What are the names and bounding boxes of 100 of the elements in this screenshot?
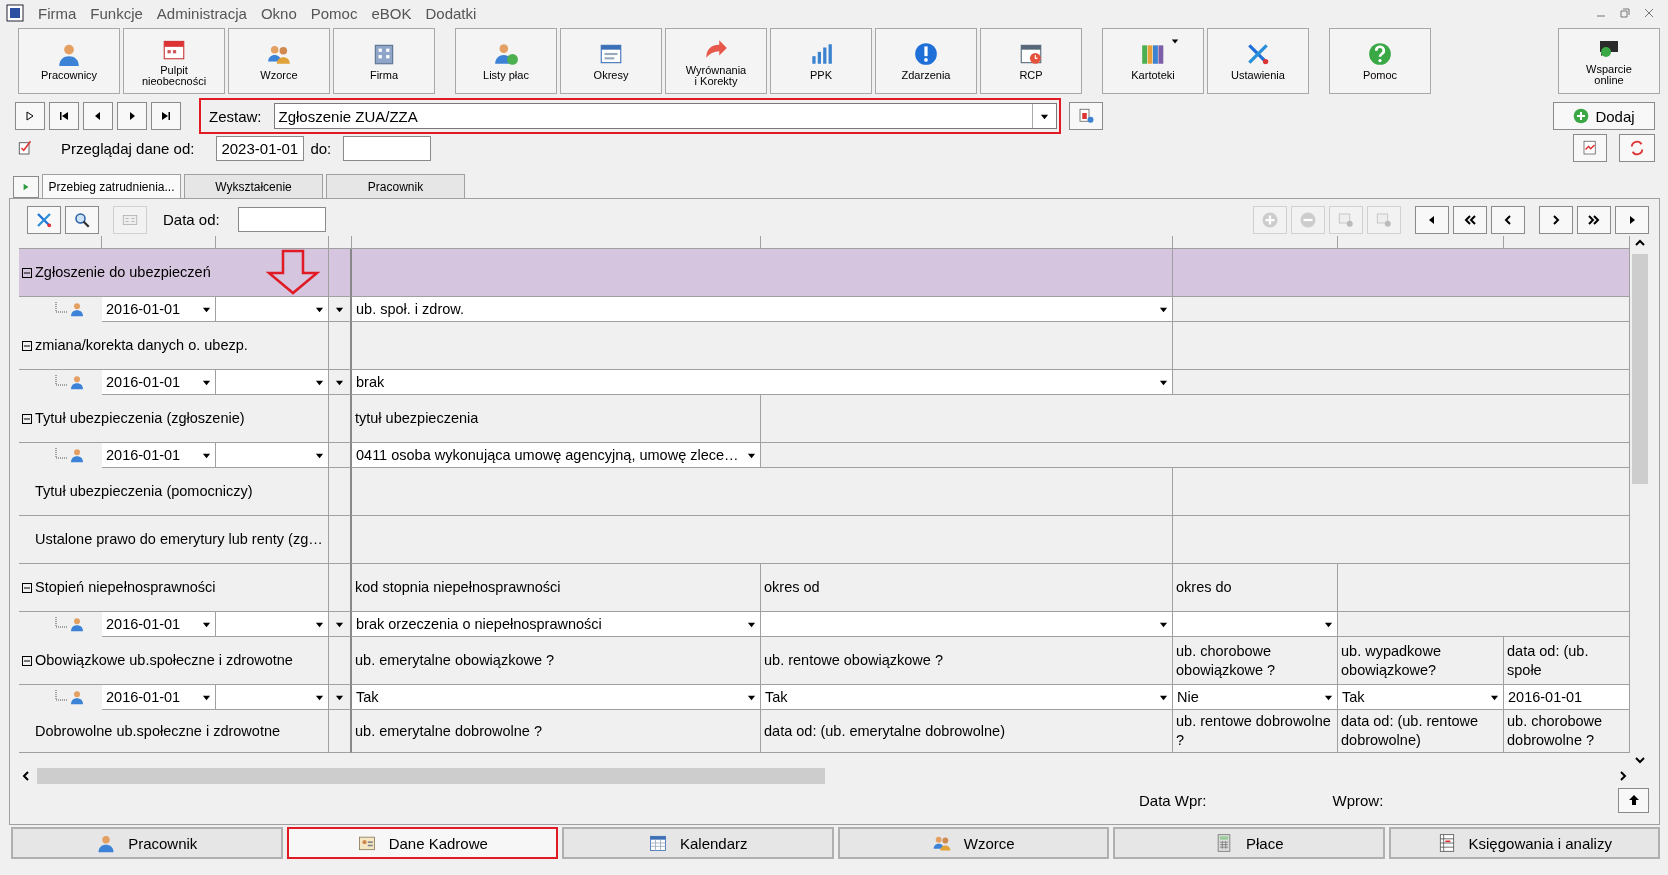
record-nav-button[interactable] [49, 102, 79, 130]
add-button[interactable]: Dodaj [1553, 102, 1655, 130]
tab[interactable]: Przebieg zatrudnienia... [42, 174, 181, 198]
toolbar-button[interactable]: Pracownicy [18, 28, 120, 94]
group-row[interactable]: Tytuł ubezpieczenia (pomocniczy) [19, 468, 1630, 516]
dropdown-field[interactable] [761, 612, 1173, 637]
dropdown-field[interactable] [216, 370, 329, 395]
group-row[interactable]: Stopień niepełnosprawności kod stopnia niepełnosprawności okres od okres do [19, 564, 1630, 612]
menu-item[interactable]: Funkcje [90, 4, 143, 22]
toolbar-button[interactable]: Ustawienia [1207, 28, 1309, 94]
record-nav-button[interactable] [117, 102, 147, 130]
refresh-button[interactable] [1619, 134, 1655, 162]
menu-item[interactable]: Administracja [156, 4, 247, 22]
module-tab[interactable]: Kalendarz [562, 827, 834, 859]
dropdown-field[interactable]: Nie [1173, 685, 1338, 710]
tab[interactable]: Pracownik [326, 174, 465, 198]
date-dropdown[interactable]: 2016-01-01 [102, 685, 216, 710]
restore-icon[interactable] [1620, 8, 1630, 18]
toolbar-button[interactable]: RCP [980, 28, 1082, 94]
dropdown-field[interactable]: Tak [761, 685, 1173, 710]
tab[interactable]: Wykształcenie [184, 174, 323, 198]
toolbar-button[interactable]: Listy płac [455, 28, 557, 94]
column-header: ub. rentowe dobrowolne ? [1173, 710, 1338, 753]
close-icon[interactable] [1644, 8, 1654, 18]
settings-button[interactable] [27, 205, 61, 234]
set-edit-button[interactable] [1069, 102, 1103, 130]
toolbar-button[interactable]: Wzorce [228, 28, 330, 94]
toolbar-button[interactable]: Pomoc [1329, 28, 1431, 94]
toolbar-button[interactable]: Pulpit nieobecności [123, 28, 225, 94]
dropdown-field[interactable] [216, 685, 329, 710]
double-right-icon [1587, 212, 1601, 227]
module-tab[interactable]: Wzorce [837, 827, 1109, 859]
toolbar-button[interactable]: Kartoteki [1102, 28, 1204, 94]
toolbar-button[interactable]: Okresy [560, 28, 662, 94]
module-tab[interactable]: Dane Kadrowe [286, 827, 558, 859]
dropdown-field[interactable]: Tak [352, 685, 761, 710]
date-dropdown[interactable]: 2016-01-01 [102, 612, 216, 637]
toolbar-button[interactable]: Zdarzenia [875, 28, 977, 94]
record-nav-button[interactable] [151, 102, 181, 130]
date-dropdown[interactable]: 2016-01-01 [102, 370, 216, 395]
dropdown-field[interactable]: Tak [1338, 685, 1504, 710]
module-tab[interactable]: Księgowania i analizy [1388, 827, 1660, 859]
support-button[interactable]: Wsparcie online [1558, 28, 1660, 94]
group-row[interactable]: Obowiązkowe ub.społeczne i zdrowotne ub. emerytalne obowiązkowe ? ub. rentowe obowiązkowe ? ub. chorobowe obowiązkowe ? ub. wypadkowe obowiązkowe? data od: (ub. społe [19, 637, 1630, 685]
module-tab[interactable]: Pracownik [11, 827, 283, 859]
report-button[interactable] [1573, 134, 1607, 162]
menu-item[interactable]: Okno [260, 4, 297, 22]
dropdown-field[interactable] [1173, 612, 1338, 637]
date-to-field[interactable] [343, 135, 432, 161]
plus-circle-icon [1261, 210, 1279, 229]
page-nav-button[interactable] [1577, 205, 1611, 234]
search-button[interactable] [65, 205, 99, 234]
left-arrow-icon [93, 111, 103, 121]
dropdown-field[interactable]: ub. społ. i zdrow. [352, 297, 1173, 322]
page-nav-button[interactable] [1539, 205, 1573, 234]
menu-item[interactable]: Dodatki [425, 4, 477, 22]
column-header: ub. emerytalne dobrowolne ? [352, 710, 761, 753]
list-plus-icon [1337, 210, 1355, 229]
text-field[interactable]: 2016-01-01 [1504, 685, 1630, 710]
dropdown-field[interactable]: brak orzeczenia o niepełnosprawności [352, 612, 761, 637]
date-from-field[interactable]: 2023-01-01 [216, 135, 305, 161]
collapse-icon[interactable] [22, 340, 32, 351]
document-icon [1581, 139, 1599, 157]
column-header: data od: (ub. emerytalne dobrowolne) [761, 710, 1173, 753]
page-nav-button[interactable] [1491, 205, 1525, 234]
collapse-icon[interactable] [22, 582, 32, 593]
person-icon [69, 447, 85, 463]
dropdown-field[interactable]: 0411 osoba wykonująca umowę agencyjną, umowę zlece… [352, 443, 761, 468]
left-arrow-icon [1427, 214, 1437, 225]
toolbar-button[interactable]: Firma [333, 28, 435, 94]
plus-circle-icon [1573, 108, 1590, 124]
menu-item[interactable]: eBOK [371, 4, 412, 22]
toolbar-button[interactable]: PPK [770, 28, 872, 94]
group-row[interactable]: Dobrowolne ub.społeczne i zdrowotne ub. emerytalne dobrowolne ? data od: (ub. emerytalne dobrowolne) ub. rentowe dobrowolne ? data od: (ub. rentowe dobrowolne) ub. chorobowe dobrowolne ? [19, 710, 1630, 753]
record-nav-button[interactable] [83, 102, 113, 130]
collapse-icon[interactable] [22, 655, 32, 666]
dropdown-field[interactable] [216, 443, 329, 468]
scroll-top-button[interactable] [1618, 787, 1649, 813]
group-row[interactable]: Tytuł ubezpieczenia (zgłoszenie) tytuł ubezpieczenia [19, 395, 1630, 443]
toolbar-button[interactable]: Wyrównania i Korekty [665, 28, 767, 94]
menu-item[interactable]: Pomoc [310, 4, 358, 22]
module-tab[interactable]: Płace [1113, 827, 1385, 859]
group-label: Dobrowolne ub.społeczne i zdrowotne [35, 721, 281, 741]
page-nav-button[interactable] [1453, 205, 1487, 234]
group-row[interactable]: zmiana/korekta danych o. ubezp. [19, 322, 1630, 370]
expand-button[interactable] [13, 176, 39, 198]
person-coin-icon [493, 41, 519, 67]
tools-icon [1245, 41, 1271, 67]
date-dropdown[interactable]: 2016-01-01 [102, 443, 216, 468]
menu-item[interactable]: Firma [38, 4, 77, 22]
dropdown-field[interactable] [216, 297, 329, 322]
group-row[interactable]: Ustalone prawo do emerytury lub renty (zg… [19, 516, 1630, 564]
dropdown-field[interactable]: brak [352, 370, 1173, 395]
dropdown-field[interactable] [216, 612, 329, 637]
set-dropdown[interactable]: Zgłoszenie ZUA/ZZA [273, 103, 1057, 129]
date-field[interactable] [237, 207, 326, 232]
group-row[interactable]: Zgłoszenie do ubezpieczeń [19, 249, 1630, 297]
date-dropdown[interactable]: 2016-01-01 [102, 297, 216, 322]
collapse-icon[interactable] [22, 267, 32, 278]
collapse-icon[interactable] [22, 413, 32, 424]
